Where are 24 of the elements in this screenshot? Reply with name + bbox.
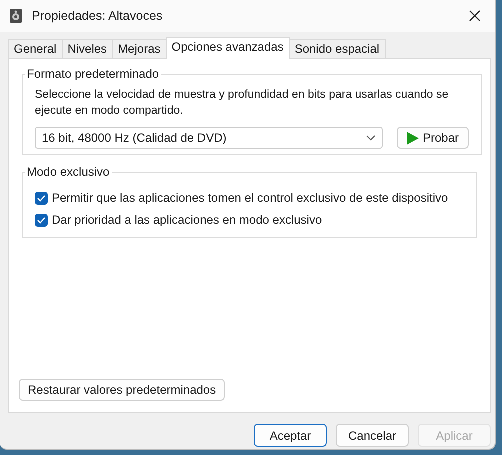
checkbox-label: Permitir que las aplicaciones tomen el control exclusivo de este dispositivo: [52, 191, 448, 205]
window-title: Propiedades: Altavoces: [32, 9, 164, 23]
tab[interactable]: Opciones avanzadas: [166, 37, 290, 59]
checkbox-label: Dar prioridad a las aplicaciones en modo exclusivo: [52, 213, 322, 227]
restore-defaults-button[interactable]: Restaurar valores predeterminados: [19, 379, 226, 401]
checkbox[interactable]: [35, 192, 48, 204]
check-icon: [37, 216, 46, 224]
description-text: Seleccione la velocidad de muestra y profundidad en bits para usarlas cuando se ejecute en modo compartido.: [35, 88, 450, 119]
test-button[interactable]: Probar: [397, 127, 469, 149]
dialog-button[interactable]: Aceptar: [254, 424, 327, 447]
play-icon: [406, 132, 419, 144]
group-title: Formato predeterminado: [26, 67, 160, 81]
check-icon: [37, 194, 46, 202]
tab[interactable]: General: [8, 39, 63, 58]
tab[interactable]: Mejoras: [112, 39, 167, 58]
caret-icon: [366, 135, 376, 141]
close-icon[interactable]: [469, 10, 481, 22]
tab[interactable]: Sonido espacial: [288, 39, 386, 58]
group-title: Modo exclusivo: [26, 165, 111, 179]
speaker-icon: [9, 8, 23, 24]
checkbox[interactable]: [35, 214, 48, 226]
dialog-button[interactable]: Cancelar: [336, 424, 409, 447]
dialog-button: Aplicar: [418, 424, 491, 447]
format-dropdown[interactable]: 16 bit, 48000 Hz (Calidad de DVD): [35, 127, 383, 149]
